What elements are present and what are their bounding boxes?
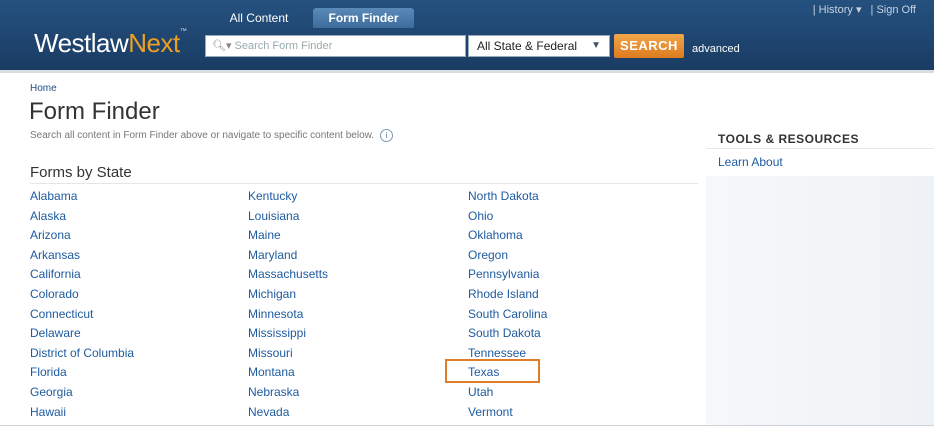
- learn-about-link[interactable]: Learn About: [718, 155, 783, 169]
- westlawnext-logo[interactable]: WestlawNext™: [34, 28, 187, 59]
- state-link[interactable]: Vermont: [468, 405, 547, 425]
- state-link[interactable]: Louisiana: [248, 209, 328, 229]
- state-link[interactable]: Rhode Island: [468, 287, 547, 307]
- state-link[interactable]: Delaware: [30, 326, 134, 346]
- search-input[interactable]: 🔍︎▾ Search Form Finder: [205, 35, 466, 57]
- info-icon[interactable]: i: [380, 129, 394, 142]
- tools-resources-title: TOOLS & RESOURCES: [718, 132, 859, 146]
- state-column-3: North Dakota Ohio Oklahoma Oregon Pennsy…: [468, 189, 547, 424]
- sign-off-link[interactable]: | Sign Off: [871, 4, 916, 16]
- header-bar: WestlawNext™ All Content Form Finder | H…: [0, 0, 934, 73]
- page-title: Form Finder: [29, 98, 160, 125]
- divider: [30, 183, 698, 184]
- state-link[interactable]: Montana: [248, 365, 328, 385]
- section-title: Forms by State: [30, 164, 132, 181]
- state-link[interactable]: Connecticut: [30, 307, 134, 327]
- state-link[interactable]: Nebraska: [248, 385, 328, 405]
- tab-all-content[interactable]: All Content: [214, 8, 304, 28]
- search-icon[interactable]: 🔍︎▾: [212, 40, 232, 52]
- state-link[interactable]: Pennsylvania: [468, 267, 547, 287]
- divider: [706, 148, 934, 149]
- sidebar-panel: [706, 176, 934, 426]
- state-link[interactable]: Missouri: [248, 346, 328, 366]
- tab-form-finder[interactable]: Form Finder: [313, 8, 414, 28]
- state-link[interactable]: Oregon: [468, 248, 547, 268]
- texas-highlight-box: [445, 359, 540, 383]
- state-link[interactable]: California: [30, 267, 134, 287]
- state-column-2: Kentucky Louisiana Maine Maryland Massac…: [248, 189, 328, 424]
- state-link[interactable]: Massachusetts: [248, 267, 328, 287]
- state-link[interactable]: South Carolina: [468, 307, 547, 327]
- state-link[interactable]: District of Columbia: [30, 346, 134, 366]
- state-link[interactable]: Arizona: [30, 228, 134, 248]
- advanced-search-link[interactable]: advanced: [692, 43, 740, 55]
- history-link[interactable]: | History ▾: [813, 4, 862, 16]
- state-column-1: Alabama Alaska Arizona Arkansas Californ…: [30, 189, 134, 424]
- state-link[interactable]: Alaska: [30, 209, 134, 229]
- state-link[interactable]: Florida: [30, 365, 134, 385]
- state-link[interactable]: Georgia: [30, 385, 134, 405]
- page-subtitle: Search all content in Form Finder above …: [30, 129, 394, 142]
- chevron-down-icon: ▼: [591, 40, 601, 51]
- divider: [0, 425, 934, 426]
- state-link[interactable]: Oklahoma: [468, 228, 547, 248]
- state-link[interactable]: Arkansas: [30, 248, 134, 268]
- state-link[interactable]: South Dakota: [468, 326, 547, 346]
- state-link[interactable]: Ohio: [468, 209, 547, 229]
- state-link[interactable]: Alabama: [30, 189, 134, 209]
- state-link[interactable]: Nevada: [248, 405, 328, 425]
- state-link[interactable]: Mississippi: [248, 326, 328, 346]
- breadcrumb-home[interactable]: Home: [30, 83, 57, 94]
- state-link[interactable]: Kentucky: [248, 189, 328, 209]
- state-link[interactable]: Michigan: [248, 287, 328, 307]
- state-link[interactable]: Utah: [468, 385, 547, 405]
- jurisdiction-select[interactable]: All State & Federal ▼: [468, 35, 610, 57]
- state-link[interactable]: Maine: [248, 228, 328, 248]
- search-button[interactable]: SEARCH: [614, 34, 684, 58]
- state-link[interactable]: Colorado: [30, 287, 134, 307]
- state-link[interactable]: Minnesota: [248, 307, 328, 327]
- tools-resources-sidebar: TOOLS & RESOURCES Learn About: [706, 120, 934, 428]
- state-link[interactable]: Hawaii: [30, 405, 134, 425]
- state-link[interactable]: North Dakota: [468, 189, 547, 209]
- state-link[interactable]: Maryland: [248, 248, 328, 268]
- top-links: | History ▾ | Sign Off: [807, 3, 916, 16]
